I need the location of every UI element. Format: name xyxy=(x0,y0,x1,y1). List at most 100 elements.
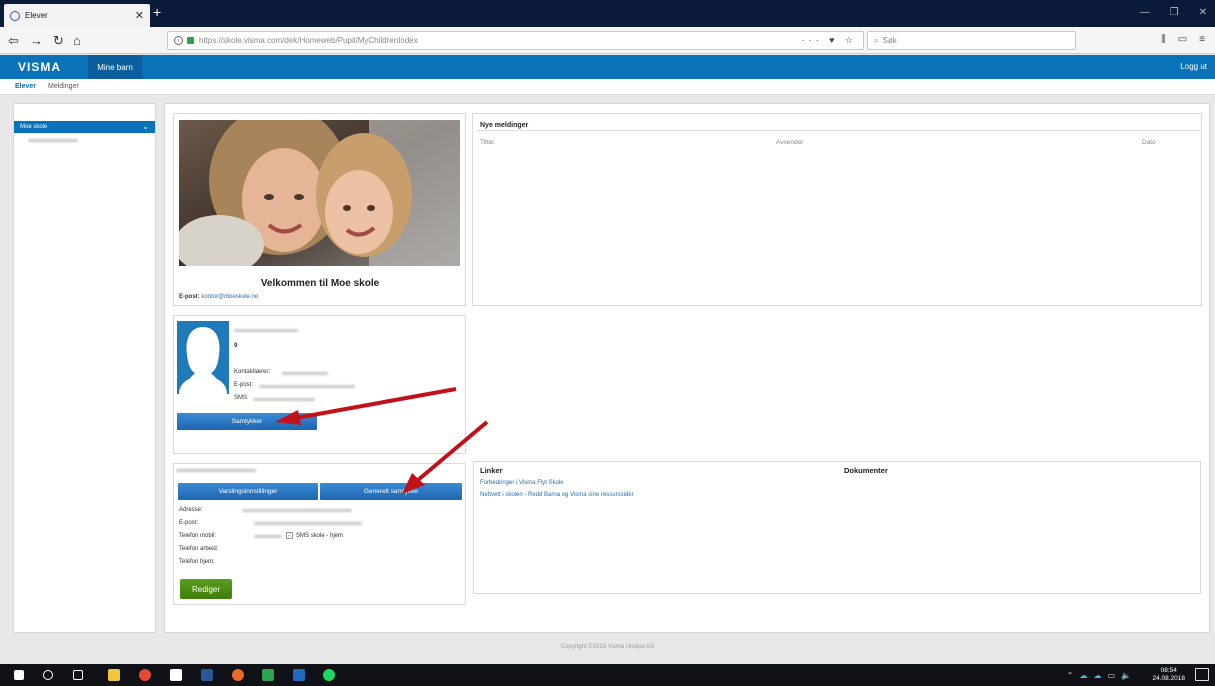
system-tray: ⌃ ☁ ☁ ▭ 🔈 xyxy=(1067,671,1131,680)
children-photo xyxy=(179,120,460,266)
welcome-title: Velkommen til Moe skole xyxy=(260,278,380,289)
onedrive-business-icon[interactable]: ☁ xyxy=(1093,671,1101,680)
store-icon[interactable] xyxy=(170,669,182,681)
redacted-pupil-sms xyxy=(253,398,315,401)
sidebar: Moe skole ⌄ xyxy=(13,103,156,633)
school-card: Velkommen til Moe skole E-post: kontor@m… xyxy=(173,113,466,306)
messages-title: Nye meldinger xyxy=(477,122,1200,131)
redacted-pupil-fullname xyxy=(234,329,298,332)
firefox-icon[interactable] xyxy=(232,669,244,681)
sub-navigation: Elever Meldinger xyxy=(0,79,1215,95)
search-placeholder: Søk xyxy=(882,36,897,45)
library-icon[interactable]: ⫼ xyxy=(1161,34,1166,45)
footer-copyright: Copyright ©2013 Visma Unique AS xyxy=(560,644,655,650)
logout-link[interactable]: Logg ut xyxy=(1180,62,1207,71)
word-icon[interactable] xyxy=(201,669,213,681)
school-email-label: E-post: xyxy=(179,294,200,300)
mobile-label: Telefon mobil: xyxy=(179,533,217,539)
redacted-pupil-name[interactable] xyxy=(28,139,78,142)
sms-checkbox[interactable]: ✓ xyxy=(286,532,293,539)
chrome-icon[interactable] xyxy=(139,669,151,681)
guardian-card: Varslingsinnstillinger Generelt samtykke… xyxy=(173,463,466,605)
redacted-address xyxy=(242,509,352,512)
visma-logo[interactable]: VISMA xyxy=(18,60,61,74)
file-explorer-icon[interactable] xyxy=(108,669,120,681)
search-taskbar-icon[interactable] xyxy=(43,670,53,680)
browser-tab-bar: Elever ✕ + — ❐ ✕ xyxy=(0,0,1215,27)
redacted-pupil-email xyxy=(259,385,355,388)
col-sender[interactable]: Avsender xyxy=(776,139,803,146)
close-window-icon[interactable]: ✕ xyxy=(1199,7,1207,18)
sms-checkbox-label: SMS skole - hjem xyxy=(296,532,344,539)
app-header: VISMA Mine barn Logg ut xyxy=(0,55,1215,79)
sidebar-icon[interactable]: ▭ xyxy=(1178,34,1187,45)
contact-teacher-label: Kontaktlærer: xyxy=(234,369,271,375)
link-forbedringer[interactable]: Forbedringer i Visma Flyt Skole xyxy=(480,480,564,486)
browser-tab[interactable]: Elever ✕ xyxy=(4,4,150,27)
pupil-card: 9 Kontaktlærer: E-post: SMS: Samtykker xyxy=(173,315,466,454)
links-documents-card: Linker Dokumenter Forbedringer i Visma F… xyxy=(473,461,1201,594)
clock-time: 08:54 xyxy=(1160,667,1177,674)
col-date[interactable]: Dato xyxy=(1142,139,1156,146)
redacted-guardian-name xyxy=(176,469,256,472)
network-icon[interactable]: ▭ xyxy=(1107,671,1115,680)
home-icon[interactable]: ⌂ xyxy=(73,33,81,48)
subnav-elever[interactable]: Elever xyxy=(15,83,36,90)
redacted-teacher xyxy=(282,372,328,375)
address-bar[interactable]: i https://skole.visma.com/dek/Homeweb/Pu… xyxy=(167,31,864,50)
spotify-icon[interactable] xyxy=(323,669,335,681)
tab-title: Elever xyxy=(25,11,48,20)
edit-button[interactable]: Rediger xyxy=(180,579,232,599)
close-tab-icon[interactable]: ✕ xyxy=(135,9,144,22)
home-phone-label: Telefon hjem: xyxy=(179,559,215,565)
consent-button[interactable]: Samtykker xyxy=(177,413,317,430)
general-consent-button[interactable]: Generelt samtykke xyxy=(320,483,462,500)
address-label: Adresse: xyxy=(179,507,203,513)
school-select[interactable]: Moe skole ⌄ xyxy=(14,121,155,133)
person-silhouette-icon xyxy=(177,321,229,394)
app-icon[interactable] xyxy=(262,669,274,681)
messages-card: Nye meldinger Tittel Avsender Dato xyxy=(472,113,1202,306)
volume-icon[interactable]: 🔈 xyxy=(1121,671,1131,680)
documents-title: Dokumenter xyxy=(844,466,888,475)
pupil-sms-label: SMS: xyxy=(234,395,249,401)
windows-start-icon[interactable] xyxy=(14,670,24,680)
sms-checkbox-row[interactable]: ✓ SMS skole - hjem xyxy=(286,532,343,539)
info-icon[interactable]: i xyxy=(174,36,183,45)
new-tab-icon[interactable]: + xyxy=(153,4,161,20)
toolbar-right: ⫼ ▭ ≡ xyxy=(1161,34,1205,45)
back-icon[interactable]: ⇦ xyxy=(8,33,19,49)
reload-icon[interactable]: ↻ xyxy=(53,33,64,49)
guardian-email-label: E-post: xyxy=(179,520,199,526)
search-icon: ⌕ xyxy=(874,35,879,45)
school-select-value: Moe skole xyxy=(20,124,48,130)
onedrive-icon[interactable]: ☁ xyxy=(1079,671,1087,680)
school-photo xyxy=(179,120,460,266)
clock[interactable]: 08:54 24.08.2018 xyxy=(1152,667,1185,683)
redacted-mobile xyxy=(254,535,282,538)
lock-icon xyxy=(187,37,194,44)
chevron-down-icon: ⌄ xyxy=(142,122,149,131)
nav-mine-barn[interactable]: Mine barn xyxy=(88,55,142,79)
forward-icon[interactable]: → xyxy=(30,33,43,48)
window-controls: — ❐ ✕ xyxy=(1140,7,1207,18)
col-title[interactable]: Tittel xyxy=(480,139,494,146)
outlook-icon[interactable] xyxy=(293,669,305,681)
chevron-up-icon[interactable]: ⌃ xyxy=(1067,671,1074,680)
clock-date: 24.08.2018 xyxy=(1152,675,1185,682)
minimize-icon[interactable]: — xyxy=(1140,7,1150,18)
work-phone-label: Telefon arbeid: xyxy=(179,546,219,552)
link-nettvett[interactable]: Nettvett i skolen - Redd Barna og Visma … xyxy=(480,492,634,498)
search-input[interactable]: ⌕ Søk xyxy=(867,31,1076,50)
restore-icon[interactable]: ❐ xyxy=(1170,7,1179,18)
subnav-meldinger[interactable]: Meldinger xyxy=(48,83,79,90)
redacted-guardian-email xyxy=(254,522,362,525)
notification-icon[interactable] xyxy=(1195,668,1209,681)
menu-icon[interactable]: ≡ xyxy=(1199,34,1205,45)
notification-settings-button[interactable]: Varslingsinnstillinger xyxy=(178,483,318,500)
school-email-link[interactable]: kontor@moeskole.no xyxy=(201,294,258,300)
page-actions-icon[interactable]: ··· ♥ ☆ xyxy=(802,35,857,46)
favicon-icon xyxy=(10,10,20,21)
task-view-icon[interactable] xyxy=(73,670,83,680)
browser-toolbar: ⇦ → ↻ ⌂ i https://skole.visma.com/dek/Ho… xyxy=(0,27,1215,54)
